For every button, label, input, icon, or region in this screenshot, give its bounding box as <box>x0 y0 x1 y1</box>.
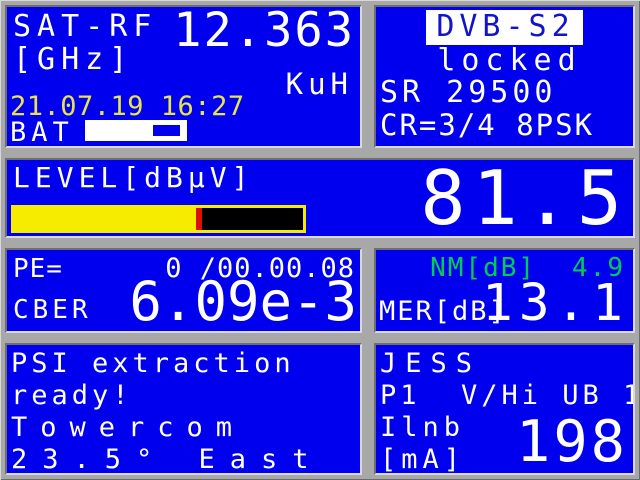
packet-error-label: PE= <box>13 254 63 284</box>
mer-value: 13.1 <box>482 274 629 333</box>
lock-status: locked <box>437 43 582 78</box>
level-label: LEVEL[dBµV] <box>13 161 254 194</box>
battery-label: BAT <box>10 117 74 148</box>
psi-status-line2: ready! <box>11 380 133 411</box>
panel-demodulator: DVB-S2 locked SR 29500 CR=3/4 8PSK <box>374 5 635 148</box>
panel-sat-rf: SAT-RF 12.363 [GHz] KuH 21.07.19 16:27 B… <box>5 5 362 148</box>
panel-level: LEVEL[dBµV] 81.5 <box>5 158 635 238</box>
cber-label: CBER <box>13 295 92 325</box>
panel-lnb: JESS P1 V/Hi UB 1 Ilnb [mA] 198 <box>374 343 635 475</box>
battery-gauge <box>85 120 187 141</box>
band-polarization-indicator: KuH <box>285 67 353 101</box>
psi-status-line1: PSI extraction <box>11 348 295 379</box>
standard-badge: DVB-S2 <box>426 9 583 45</box>
level-bar-fill <box>14 208 197 230</box>
cber-value: 6.09e-3 <box>129 270 357 333</box>
panel-signal-quality: NM[dB] 4.9 MER[dB] 13.1 <box>374 248 635 333</box>
lnb-config: P1 V/Hi UB 1 <box>380 380 635 411</box>
symbol-rate: SR 29500 <box>380 75 557 110</box>
rf-mode-label: SAT-RF <box>13 9 158 44</box>
standard-label: DVB-S2 <box>436 9 575 44</box>
panel-error-rates: PE= 0 /00.00.08 CBER 6.09e-3 <box>5 248 362 333</box>
level-value: 81.5 <box>420 158 629 238</box>
datetime-display: 21.07.19 16:27 <box>10 91 245 122</box>
lnb-system: JESS <box>380 348 482 379</box>
battery-level-indicator <box>153 125 180 136</box>
level-bargraph <box>11 205 306 233</box>
panel-psi-info: PSI extraction ready! Towercom 23.5° Eas… <box>5 343 362 475</box>
level-bar-remainder <box>202 208 303 230</box>
satellite-position: 23.5° East <box>11 444 324 475</box>
lnb-current-value: 198 <box>516 409 628 475</box>
frequency-unit: [GHz] <box>13 42 134 77</box>
code-rate-modulation: CR=3/4 8PSK <box>380 108 595 142</box>
satellite-operator: Towercom <box>11 412 246 443</box>
meter-screen: SAT-RF 12.363 [GHz] KuH 21.07.19 16:27 B… <box>0 0 640 480</box>
frequency-value: 12.363 <box>173 5 355 58</box>
